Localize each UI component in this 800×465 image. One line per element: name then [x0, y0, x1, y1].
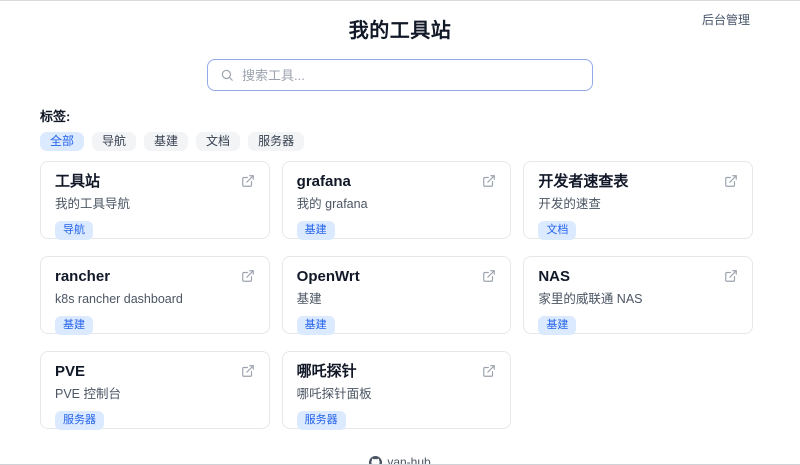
footer-brand: van-hub	[387, 455, 431, 465]
card-title: 开发者速查表	[538, 173, 629, 190]
card-header: rancher	[55, 268, 255, 286]
card-description: 家里的威联通 NAS	[538, 292, 643, 306]
card-tag-badge: 基建	[538, 316, 577, 336]
card-header: 哪吒探针	[297, 363, 497, 381]
card-description: 基建	[296, 292, 322, 306]
external-link-icon[interactable]	[724, 269, 738, 283]
card-description: 我的工具导航	[55, 197, 131, 211]
card-description: 我的 grafana	[296, 197, 368, 211]
card-header: NAS	[538, 268, 738, 286]
tag-filter-list: 全部 导航 基建 文档 服务器	[40, 132, 760, 151]
card-description: PVE 控制台	[55, 387, 121, 401]
card-tag-badge: 服务器	[296, 411, 346, 431]
card-title: grafana	[296, 173, 351, 190]
tool-card[interactable]: PVE PVE 控制台 服务器	[40, 351, 270, 431]
tag-filter[interactable]: 导航	[92, 132, 137, 151]
card-header: PVE	[55, 363, 255, 381]
tool-card[interactable]: 开发者速查表 开发的速查 文档	[523, 161, 753, 241]
cards-grid: 工具站 我的工具导航 导航 grafana 我的 grafana 基建 开发者速…	[40, 161, 753, 431]
card-title: 哪吒探针	[296, 363, 357, 380]
card-tag-badge: 基建	[296, 221, 335, 241]
tool-card[interactable]: NAS 家里的威联通 NAS 基建	[523, 256, 753, 336]
search-input[interactable]	[242, 67, 580, 83]
card-title: rancher	[55, 268, 111, 285]
card-header: 工具站	[55, 173, 255, 191]
card-title: PVE	[55, 363, 86, 380]
search-icon	[220, 68, 234, 82]
card-header: 开发者速查表	[538, 173, 738, 191]
external-link-icon[interactable]	[241, 174, 255, 188]
card-tag-badge: 文档	[538, 221, 577, 241]
card-header: grafana	[297, 173, 497, 191]
footer: van-hub	[0, 455, 800, 465]
card-tag-badge: 服务器	[55, 411, 104, 431]
card-title: 工具站	[55, 173, 101, 190]
card-header: OpenWrt	[297, 268, 497, 286]
search-box[interactable]	[207, 59, 593, 91]
external-link-icon[interactable]	[241, 364, 255, 378]
external-link-icon[interactable]	[241, 269, 255, 283]
tags-label: 标签:	[40, 109, 71, 124]
tags-section: 标签: 全部 导航 基建 文档 服务器	[40, 106, 760, 151]
card-tag-badge: 基建	[55, 316, 93, 336]
tool-card[interactable]: OpenWrt 基建 基建	[281, 256, 512, 336]
external-link-icon[interactable]	[482, 174, 496, 188]
admin-link[interactable]: 后台管理	[702, 11, 750, 28]
tool-card[interactable]: grafana 我的 grafana 基建	[281, 161, 512, 241]
page-title: 我的工具站	[348, 20, 452, 42]
page: 后台管理 我的工具站 标签: 全部导航基建文档服务器 工具站 我的工具导航	[0, 0, 800, 465]
github-icon	[369, 455, 383, 464]
tag-filter[interactable]: 文档	[196, 132, 241, 151]
card-tag-badge: 导航	[55, 221, 93, 241]
card-description: k8s rancher dashboard	[55, 292, 183, 306]
card-tag-badge: 基建	[296, 316, 335, 336]
external-link-icon[interactable]	[482, 269, 496, 283]
card-description: 开发的速查	[538, 197, 601, 211]
tool-card[interactable]: rancher k8s rancher dashboard 基建	[40, 256, 270, 336]
tag-filter[interactable]: 全部	[40, 132, 85, 151]
tool-card[interactable]: 哪吒探针 哪吒探针面板 服务器	[281, 351, 512, 431]
external-link-icon[interactable]	[724, 174, 738, 188]
card-title: NAS	[538, 268, 570, 285]
card-title: OpenWrt	[296, 268, 360, 285]
tool-card[interactable]: 工具站 我的工具导航 导航	[40, 161, 270, 241]
tag-filter[interactable]: 基建	[144, 132, 189, 151]
card-description: 哪吒探针面板	[296, 387, 372, 401]
external-link-icon[interactable]	[482, 364, 496, 378]
tag-filter[interactable]: 服务器	[248, 132, 305, 151]
